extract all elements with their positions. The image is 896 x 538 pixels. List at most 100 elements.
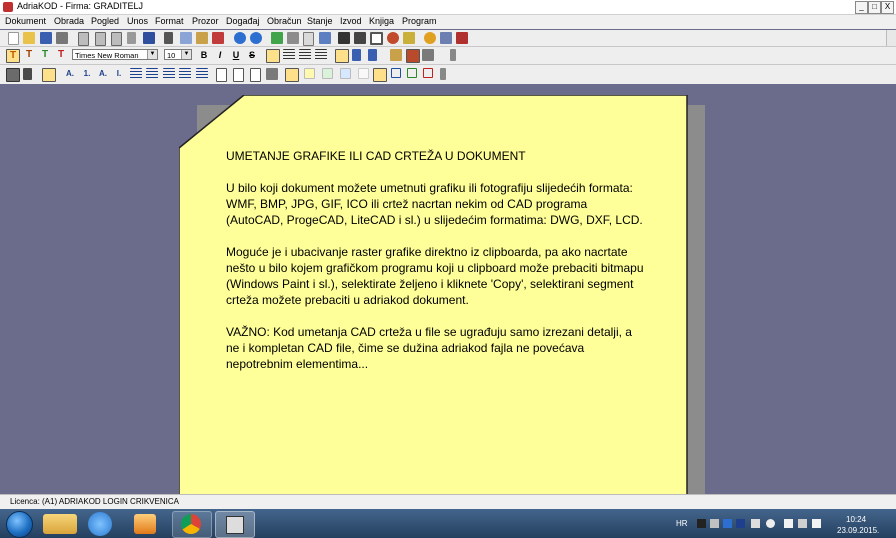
volume-icon[interactable] <box>812 519 821 528</box>
valign-bottom-icon[interactable] <box>368 49 377 61</box>
media-player-icon[interactable] <box>134 514 156 534</box>
tray-bluetooth-icon[interactable] <box>736 519 745 528</box>
justify-icon[interactable] <box>315 49 327 61</box>
copy-icon[interactable] <box>180 32 192 44</box>
numbered-list-icon[interactable] <box>130 68 142 80</box>
insert-table-icon[interactable] <box>250 68 261 82</box>
list-alpha-small-button[interactable]: A. <box>97 68 109 80</box>
toolbar-grip-icon[interactable] <box>450 49 456 61</box>
chrome-task-button[interactable] <box>172 511 212 538</box>
internet-explorer-icon[interactable] <box>88 512 112 536</box>
note-style-icon[interactable] <box>6 68 20 82</box>
zoom-icon[interactable] <box>95 32 106 46</box>
pen-icon[interactable] <box>406 49 420 63</box>
menu-knjiga[interactable]: Knjiga <box>369 16 394 26</box>
eraser-icon[interactable] <box>422 49 434 61</box>
minimize-button[interactable]: _ <box>855 1 868 14</box>
adriakod-task-button[interactable] <box>215 511 255 538</box>
menu-dokument[interactable]: Dokument <box>5 16 46 26</box>
open-folder-icon[interactable] <box>23 32 35 44</box>
align-center-icon[interactable] <box>283 49 295 61</box>
outline-list-icon[interactable] <box>146 68 158 80</box>
valign-top-icon[interactable] <box>335 49 349 63</box>
list-alpha-button[interactable]: A. <box>64 68 76 80</box>
italic-button[interactable]: I <box>214 49 226 61</box>
border-red-icon[interactable] <box>423 68 433 78</box>
brush-icon[interactable] <box>403 32 415 44</box>
insert-object-icon[interactable] <box>266 68 278 80</box>
toolbar-grip-icon[interactable] <box>440 68 446 80</box>
tray-security-icon[interactable] <box>723 519 732 528</box>
start-button[interactable] <box>6 511 33 538</box>
valign-middle-icon[interactable] <box>352 49 361 61</box>
menu-unos[interactable]: Unos <box>127 16 148 26</box>
refresh-icon[interactable] <box>271 32 283 44</box>
two-pages-icon[interactable] <box>143 32 155 44</box>
undo-icon[interactable] <box>234 32 246 44</box>
text-style-button[interactable]: T <box>23 49 35 61</box>
explorer-icon[interactable] <box>43 514 77 534</box>
clock-time[interactable]: 10:24 <box>846 515 866 524</box>
check-icon[interactable] <box>440 32 452 44</box>
text-style-button[interactable]: T <box>39 49 51 61</box>
color-orange-icon[interactable] <box>285 68 299 82</box>
indent-icon[interactable] <box>42 68 56 82</box>
close-button[interactable]: X <box>881 1 894 14</box>
insert-page-icon[interactable] <box>216 68 227 82</box>
language-indicator[interactable]: HR <box>676 519 688 528</box>
border-blue-icon[interactable] <box>391 68 401 78</box>
new-document-icon[interactable] <box>8 32 19 45</box>
color-white-icon[interactable] <box>358 68 369 79</box>
font-size-select[interactable]: 10 ▼ <box>164 49 192 60</box>
truck-icon[interactable] <box>354 32 366 44</box>
font-name-select[interactable]: Times New Roman ▼ <box>72 49 158 60</box>
maximize-button[interactable]: □ <box>868 1 881 14</box>
chevron-down-icon[interactable]: ▼ <box>147 50 157 59</box>
square-list-icon[interactable] <box>196 68 208 80</box>
dash-list-icon[interactable] <box>179 68 191 80</box>
print-icon[interactable] <box>56 32 68 44</box>
color-yellow-icon[interactable] <box>304 68 315 79</box>
paragraph-icon[interactable] <box>23 68 32 80</box>
frame-icon[interactable] <box>303 32 314 46</box>
exit-icon[interactable] <box>456 32 468 44</box>
page-view-icon[interactable] <box>111 32 122 46</box>
border-green-icon[interactable] <box>407 68 417 78</box>
toolbar-overflow[interactable] <box>886 30 896 46</box>
save-icon[interactable] <box>40 32 52 44</box>
align-right-icon[interactable] <box>299 49 311 61</box>
insert-image-icon[interactable] <box>233 68 244 82</box>
help-icon[interactable] <box>424 32 436 44</box>
menu-obracun[interactable]: Obračun <box>267 16 302 26</box>
list-view-icon[interactable] <box>319 32 331 44</box>
text-style-button[interactable]: T <box>6 49 20 63</box>
align-left-icon[interactable] <box>266 49 280 63</box>
stop-icon[interactable] <box>387 32 399 44</box>
print-preview-icon[interactable] <box>78 32 89 46</box>
underline-button[interactable]: U <box>230 49 242 61</box>
paste-icon[interactable] <box>196 32 208 44</box>
chevron-down-icon[interactable]: ▼ <box>181 50 191 59</box>
menu-stanje[interactable]: Stanje <box>307 16 333 26</box>
list-roman-button[interactable]: I. <box>113 68 125 80</box>
window-icon[interactable] <box>338 32 350 44</box>
menu-program[interactable]: Program <box>402 16 437 26</box>
tray-update-icon[interactable] <box>766 519 775 528</box>
list-numeric-button[interactable]: 1. <box>81 68 93 80</box>
note-content[interactable]: UMETANJE GRAFIKE ILI CAD CRTEŽA U DOKUME… <box>226 148 646 388</box>
strikethrough-button[interactable]: S <box>246 49 258 61</box>
image-icon[interactable] <box>390 49 402 61</box>
tray-device-icon[interactable] <box>751 519 760 528</box>
tray-power-icon[interactable] <box>798 519 807 528</box>
color-blue-icon[interactable] <box>340 68 351 79</box>
cut-icon[interactable] <box>164 32 173 44</box>
border-selected-icon[interactable] <box>373 68 387 82</box>
tray-flag-icon[interactable] <box>784 519 793 528</box>
form-icon[interactable] <box>287 32 299 44</box>
menu-format[interactable]: Format <box>155 16 184 26</box>
color-green-icon[interactable] <box>322 68 333 79</box>
bullet-list-icon[interactable] <box>163 68 175 80</box>
menu-izvod[interactable]: Izvod <box>340 16 362 26</box>
page-number-icon[interactable] <box>127 32 136 44</box>
menu-pogled[interactable]: Pogled <box>91 16 119 26</box>
